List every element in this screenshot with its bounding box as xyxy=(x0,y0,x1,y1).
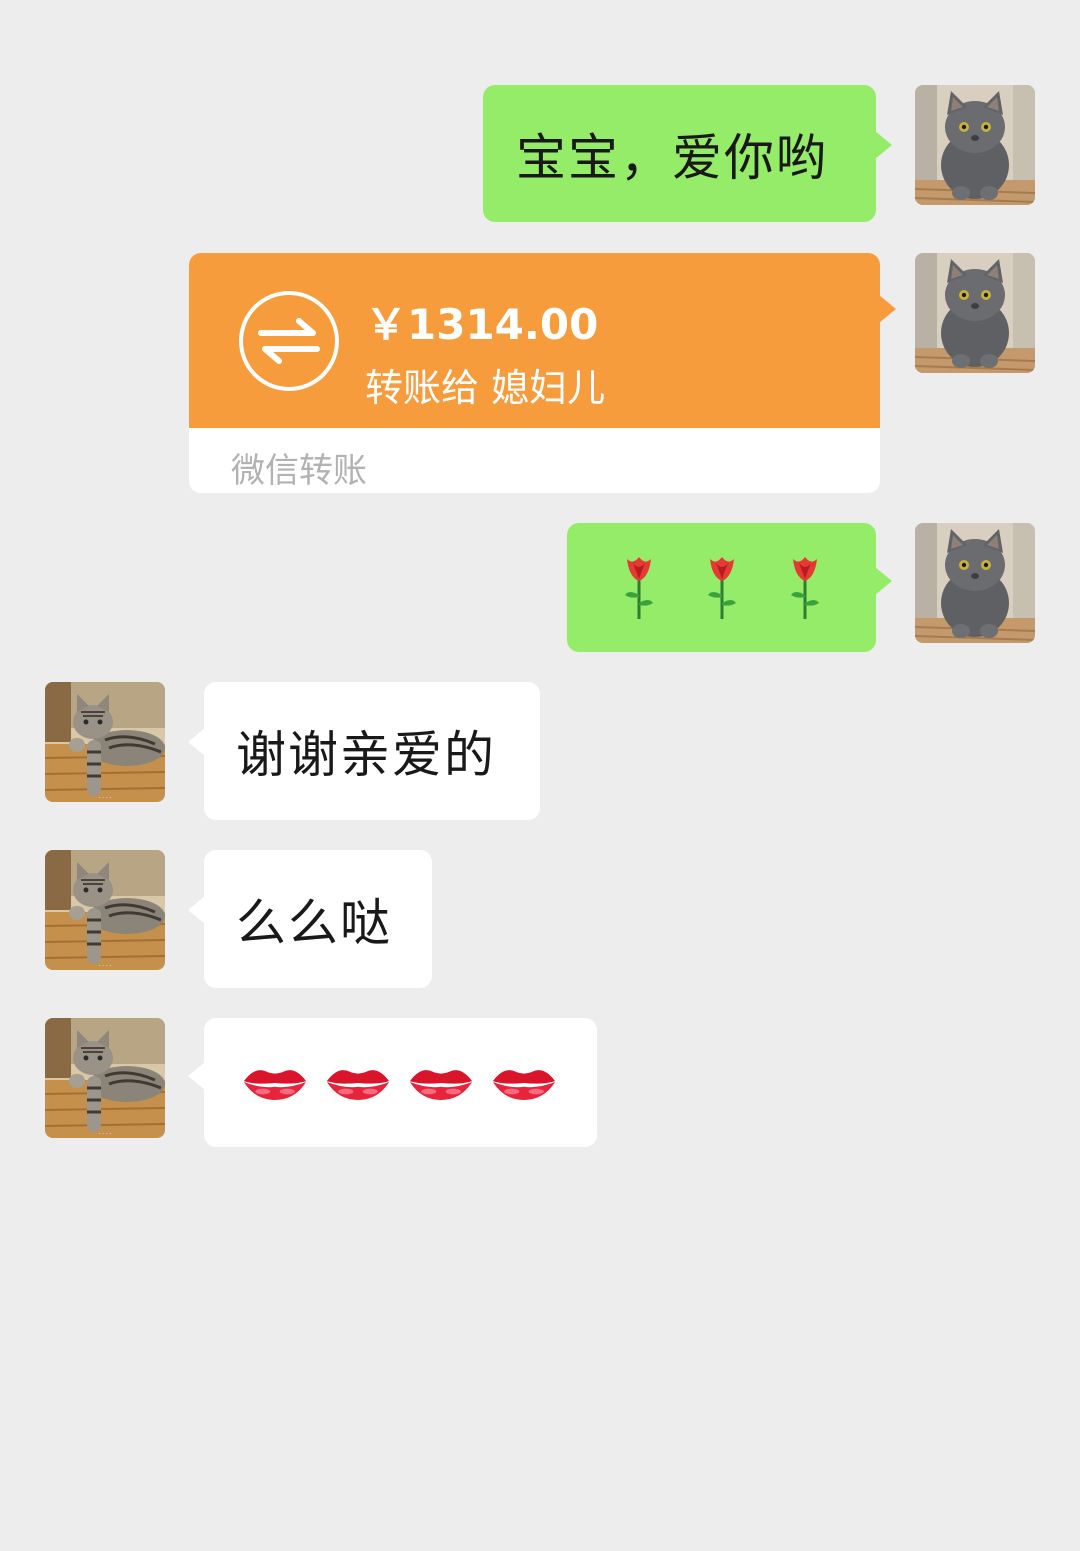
self-avatar[interactable] xyxy=(915,253,1035,373)
transfer-recipient: 转账给 媳妇儿 xyxy=(365,366,606,410)
lips-icon xyxy=(242,1063,308,1103)
grey-cat-avatar-icon xyxy=(915,85,1035,205)
bubble-tail xyxy=(188,1062,205,1090)
transfer-footer-label: 微信转账 xyxy=(231,451,367,491)
lips-icon xyxy=(491,1063,557,1103)
lips-icon xyxy=(325,1063,391,1103)
tabby-cat-avatar-icon xyxy=(45,682,165,802)
bubble-tail xyxy=(879,295,896,323)
tabby-cat-avatar-icon xyxy=(45,850,165,970)
message-text: 谢谢亲爱的 xyxy=(236,726,496,784)
transfer-card[interactable]: ￥1314.00 转账给 媳妇儿 微信转账 xyxy=(189,253,896,493)
bubble-tail xyxy=(188,728,205,756)
grey-cat-avatar-icon xyxy=(915,523,1035,643)
contact-avatar[interactable] xyxy=(45,682,165,802)
rose-icon xyxy=(619,553,659,623)
contact-avatar[interactable] xyxy=(45,1018,165,1138)
rose-icon xyxy=(702,553,742,623)
self-avatar[interactable] xyxy=(915,85,1035,205)
lips-icon xyxy=(408,1063,474,1103)
emoji-row xyxy=(619,553,825,623)
self-avatar[interactable] xyxy=(915,523,1035,643)
message-text: 么么哒 xyxy=(236,894,392,952)
message-bubble-outgoing[interactable] xyxy=(567,523,892,652)
rose-icon xyxy=(785,553,825,623)
contact-avatar[interactable] xyxy=(45,850,165,970)
message-bubble-outgoing[interactable]: 宝宝，爱你哟 xyxy=(483,85,892,222)
bubble-tail xyxy=(875,131,892,159)
message-bubble-incoming[interactable]: 么么哒 xyxy=(188,850,432,988)
tabby-cat-avatar-icon xyxy=(45,1018,165,1138)
message-bubble-incoming[interactable] xyxy=(188,1018,597,1147)
grey-cat-avatar-icon xyxy=(915,253,1035,373)
bubble-tail xyxy=(875,567,892,595)
emoji-row xyxy=(242,1063,557,1103)
message-text: 宝宝，爱你哟 xyxy=(516,128,828,187)
bubble-tail xyxy=(188,896,205,924)
transfer-arrows-icon xyxy=(239,291,339,391)
transfer-amount: ￥1314.00 xyxy=(365,300,599,349)
message-bubble-incoming[interactable]: 谢谢亲爱的 xyxy=(188,682,540,820)
